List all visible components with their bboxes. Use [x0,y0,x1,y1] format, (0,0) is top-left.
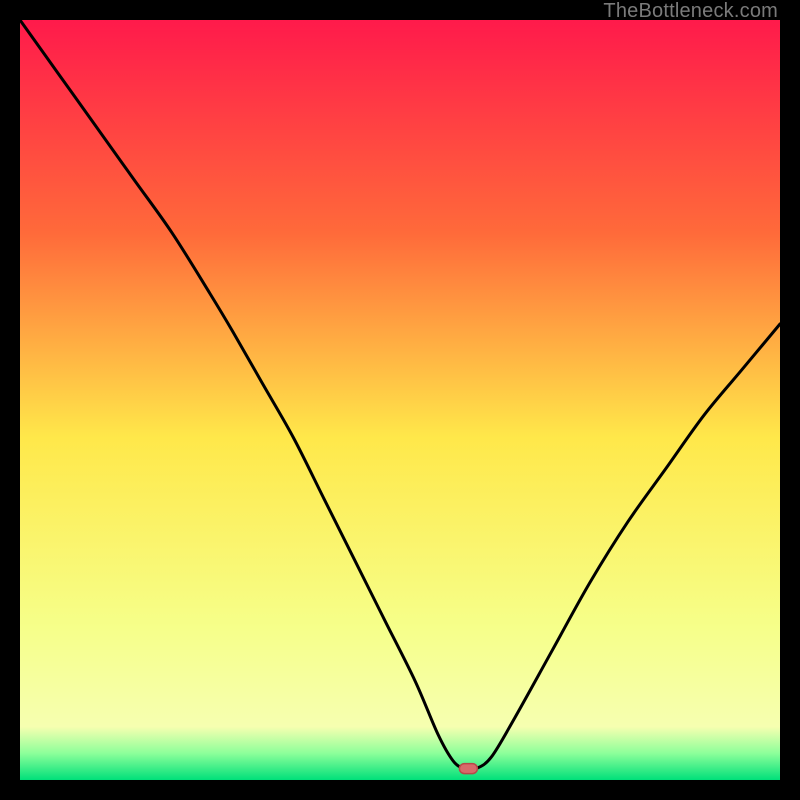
watermark-text: TheBottleneck.com [603,0,778,23]
chart-frame: TheBottleneck.com [0,0,800,800]
chart-svg [20,20,780,780]
gradient-background [20,20,780,780]
plot-area [20,20,780,780]
optimal-point-marker [459,764,477,774]
